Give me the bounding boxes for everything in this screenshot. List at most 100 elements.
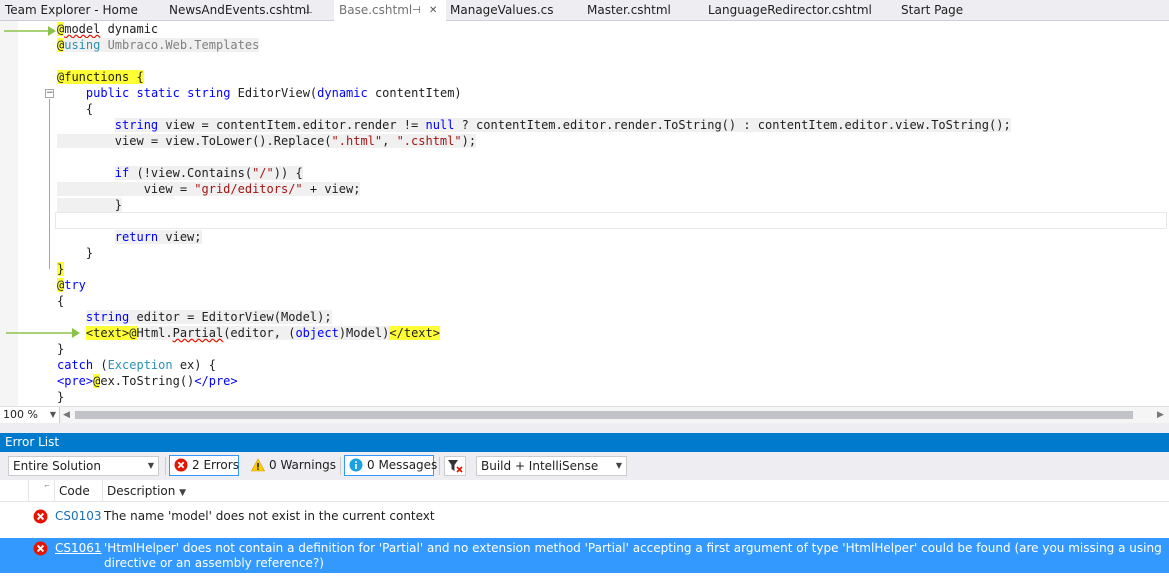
code-column-header[interactable]: Code (54, 480, 102, 502)
code-token: return (114, 230, 159, 244)
code-token: </pre> (194, 374, 238, 388)
code-column-label: Code (59, 484, 90, 498)
code-token: dynamic (317, 86, 368, 100)
outline-line (49, 99, 50, 269)
code-token: } (57, 262, 65, 276)
description-column-header[interactable]: Description ▼ (102, 480, 1169, 502)
error-row[interactable]: CS0103 The name 'model' does not exist i… (0, 502, 1169, 535)
code-token: contentItem) (367, 86, 462, 100)
code-line[interactable]: } (57, 197, 123, 213)
code-line[interactable]: <text>@Html.Partial(editor, (object)Mode… (57, 325, 440, 341)
error-description: The name 'model' does not exist in the c… (104, 509, 435, 523)
code-editor[interactable]: − @model dynamic @using Umbraco.Web.Templ… (0, 21, 1169, 406)
tab-base-cshtml[interactable]: Base.cshtml ⊣ ✕ (334, 0, 446, 21)
code-token: ( (93, 358, 108, 372)
error-description: 'HtmlHelper' does not contain a definiti… (104, 541, 1162, 570)
tab-start-page[interactable]: Start Page (896, 0, 996, 21)
error-icon (33, 541, 48, 556)
horizontal-scrollbar-thumb[interactable] (75, 411, 1133, 419)
code-line[interactable]: return view; (57, 229, 202, 245)
tab-label: Master.cshtml (587, 3, 671, 17)
code-token: ? contentItem.editor.render.ToString() :… (454, 118, 1011, 132)
code-line[interactable]: } (57, 245, 93, 261)
code-token: ex.ToString() (100, 374, 195, 388)
code-line[interactable]: string view = contentItem.editor.render … (57, 117, 1011, 133)
tab-label: Start Page (901, 3, 964, 17)
code-token: "/" (252, 166, 274, 180)
error-code-link[interactable]: CS1061 (55, 541, 102, 556)
tab-team-explorer[interactable]: Team Explorer - Home (0, 0, 160, 21)
code-token: "grid/editors/" (194, 182, 303, 196)
code-line[interactable]: { (57, 293, 64, 309)
code-token: Exception (107, 358, 173, 372)
code-token: view; (158, 230, 202, 244)
category-column-header[interactable] (28, 480, 54, 502)
code-line[interactable]: { (57, 101, 93, 117)
tab-master[interactable]: Master.cshtml (582, 0, 692, 21)
warnings-count-label: 0 Warnings (269, 458, 337, 472)
code-line[interactable]: } (57, 341, 64, 357)
code-line[interactable]: @functions { (57, 69, 144, 85)
filter-button[interactable] (444, 456, 466, 476)
code-token: static (136, 86, 180, 100)
code-token: ".html" (331, 134, 383, 148)
scroll-right-icon[interactable]: ▶ (1157, 407, 1164, 423)
code-token: } (57, 198, 123, 212)
code-token: Partial (172, 326, 224, 340)
error-list-toolbar: Entire Solution ▼ 2 Errors 0 Warnings 0 M… (0, 452, 1169, 480)
code-token: ex) { (172, 358, 216, 372)
sort-indicator-icon: ⌐ (44, 482, 50, 490)
code-line[interactable]: view = view.ToLower().Replace(".html", "… (57, 133, 477, 149)
error-row-selected[interactable]: CS1061 'HtmlHelper' does not contain a d… (0, 538, 1169, 573)
code-line[interactable]: public static string EditorView(dynamic … (57, 85, 462, 101)
code-token: + view; (302, 182, 361, 196)
pin-icon[interactable]: ⊣ (412, 0, 421, 21)
close-icon[interactable]: ✕ (429, 0, 437, 21)
arrow-annotation-icon (6, 328, 80, 338)
code-token: try (64, 278, 86, 292)
error-icon (174, 458, 188, 472)
editor-horizontal-bar: 100 % ▼ ◀ ▶ (0, 406, 1169, 423)
build-source-dropdown[interactable]: Build + IntelliSense ▼ (476, 456, 627, 476)
code-line[interactable]: catch (Exception ex) { (57, 357, 216, 373)
chevron-down-icon: ▼ (49, 410, 56, 419)
tab-languageredirector[interactable]: LanguageRedirector.cshtml (703, 0, 883, 21)
pin-icon[interactable]: ⊥ (304, 0, 313, 21)
funnel-filter-icon (448, 460, 463, 473)
zoom-dropdown[interactable]: 100 % ▼ (0, 407, 60, 423)
code-line[interactable]: @model dynamic (57, 21, 158, 37)
errors-filter-button[interactable]: 2 Errors (169, 455, 239, 476)
code-line[interactable]: view = "grid/editors/" + view; (57, 181, 361, 197)
tab-newsandevents[interactable]: NewsAndEvents.cshtml ⊥ (164, 0, 320, 21)
editor-gutter (0, 21, 18, 406)
chevron-down-icon: ▼ (615, 461, 622, 470)
code-line[interactable]: } (57, 261, 65, 277)
warnings-filter-button[interactable]: 0 Warnings (246, 455, 336, 476)
code-line[interactable]: } (57, 389, 64, 405)
code-line[interactable]: <pre>@ex.ToString()</pre> (57, 373, 238, 389)
error-code-link[interactable]: CS0103 (55, 509, 102, 524)
build-source-value: Build + IntelliSense (481, 459, 599, 473)
code-line[interactable]: string editor = EditorView(Model); (57, 309, 332, 325)
scroll-left-icon[interactable]: ◀ (63, 407, 70, 423)
code-token: } (57, 390, 65, 404)
messages-filter-button[interactable]: 0 Messages (344, 455, 437, 476)
code-token: </text> (389, 326, 440, 340)
code-token: ); (461, 134, 477, 148)
code-token: public (85, 86, 130, 100)
warning-icon (251, 458, 265, 472)
scope-dropdown[interactable]: Entire Solution ▼ (8, 456, 159, 476)
tab-managevalues[interactable]: ManageValues.cs (445, 0, 565, 21)
info-icon (349, 458, 363, 472)
code-line[interactable]: if (!view.Contains("/")) { (57, 165, 303, 181)
arrow-annotation-icon (4, 26, 56, 36)
collapse-icon[interactable]: − (45, 89, 54, 98)
errors-count-label: 2 Errors (192, 458, 239, 472)
code-line[interactable]: @try (57, 277, 86, 293)
code-line[interactable]: @using Umbraco.Web.Templates (57, 37, 260, 53)
panel-splitter[interactable] (0, 423, 1169, 433)
